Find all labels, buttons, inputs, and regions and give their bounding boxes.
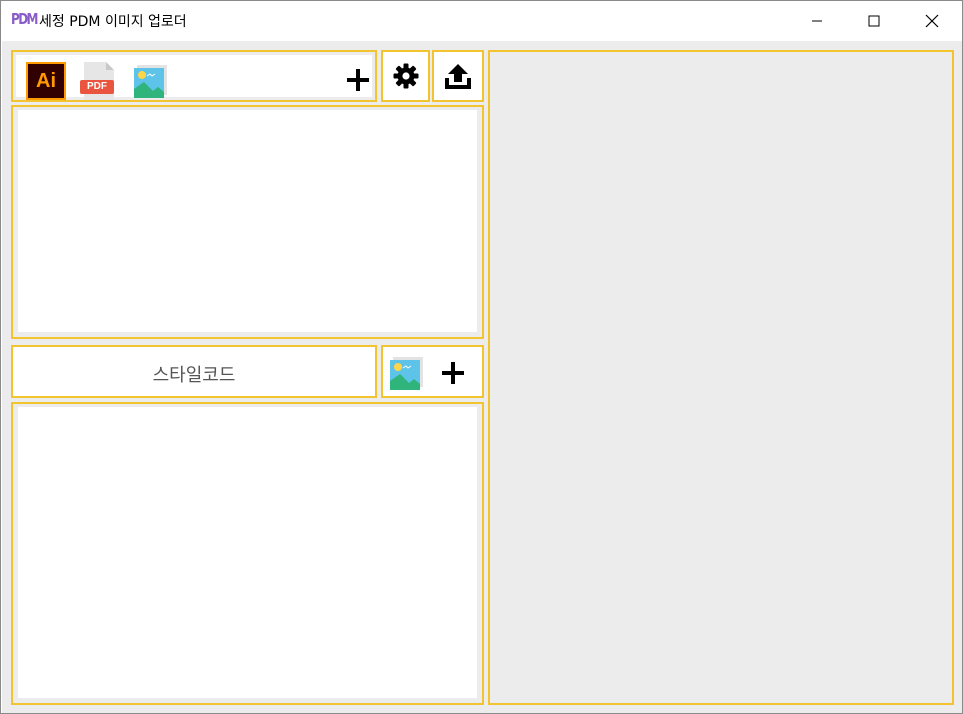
upload-icon [445,64,471,89]
image-list-panel[interactable] [11,402,484,705]
client-area: Ai PDF 스타일코드 [2,41,962,713]
maximize-icon [868,15,880,26]
add-file-button[interactable] [346,68,370,92]
file-list-area[interactable] [18,110,477,332]
file-list-panel[interactable] [11,105,484,339]
add-image-button[interactable] [441,361,465,385]
style-code-field[interactable]: 스타일코드 [11,345,377,398]
file-type-toolbar: Ai PDF [11,50,377,102]
image-icon [390,357,423,390]
preview-panel [488,50,954,705]
window-title: 세정 PDM 이미지 업로더 [39,14,187,30]
image-button[interactable] [387,353,427,393]
plus-icon [442,362,464,384]
illustrator-icon-label: Ai [36,69,56,92]
app-logo-icon: PDM [11,10,39,28]
gear-icon [393,63,418,89]
file-type-toolbar-inner: Ai PDF [16,55,372,100]
upload-button[interactable] [432,50,484,102]
image-file-graphic [134,65,167,98]
image-list-area[interactable] [18,407,477,698]
settings-button[interactable] [381,50,430,102]
image-add-toolbar [381,345,484,398]
minimize-icon [812,20,822,21]
close-icon [925,14,939,27]
style-code-label: 스타일코드 [152,365,236,386]
pdf-icon[interactable]: PDF [78,60,118,102]
app-window: PDM 세정 PDM 이미지 업로더 Ai PDF 스타일코드 [0,0,963,714]
maximize-button[interactable] [846,1,902,40]
plus-icon [347,69,369,91]
pdf-icon-label: PDF [87,81,107,92]
minimize-button[interactable] [789,1,845,40]
illustrator-icon[interactable]: Ai [26,62,66,100]
image-icon[interactable] [131,61,171,101]
title-bar[interactable]: PDM 세정 PDM 이미지 업로더 [1,1,962,40]
close-button[interactable] [904,1,960,40]
